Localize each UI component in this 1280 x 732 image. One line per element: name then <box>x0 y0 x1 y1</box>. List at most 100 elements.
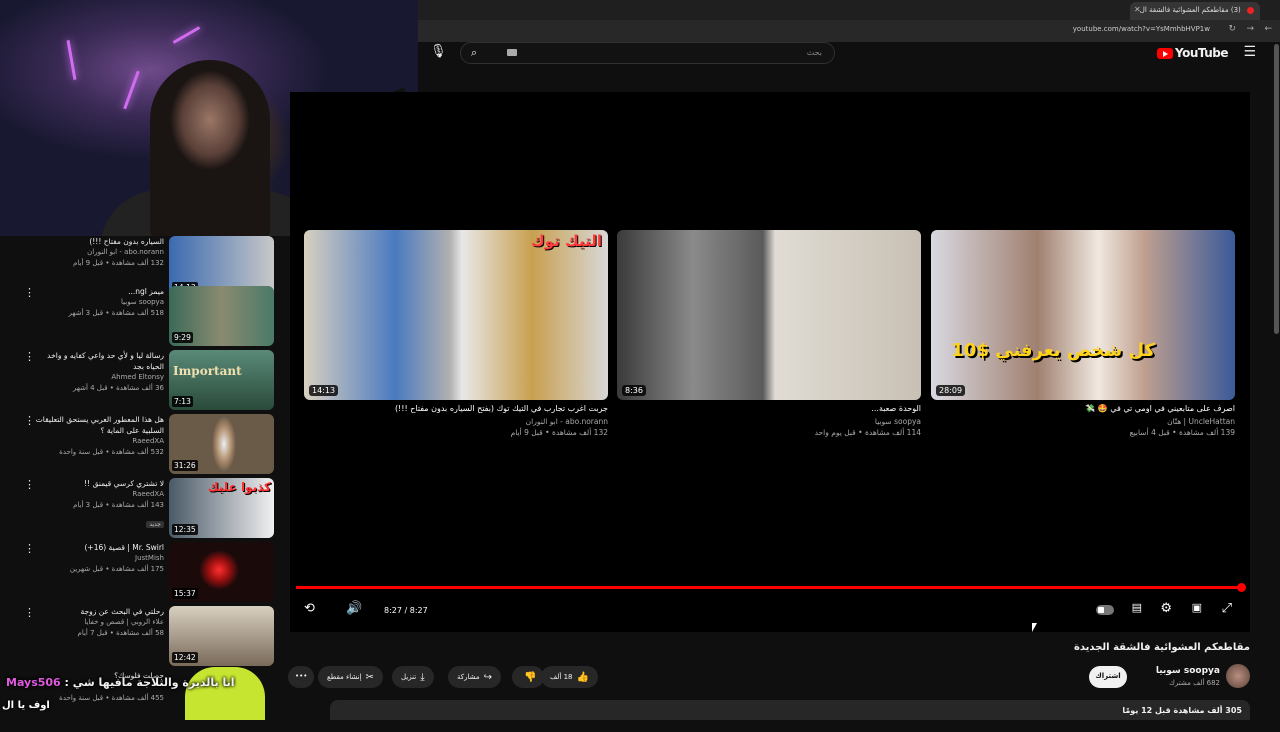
list-item[interactable]: ⋮ 12:42 رحلتي في البحث عن زوجة علاء الروب… <box>0 606 290 668</box>
progress-bar[interactable] <box>296 586 1244 589</box>
neon-light <box>172 26 201 44</box>
list-item[interactable]: ⋮ 15:37 Mr. Swirl | قصية (16+) JustMish 17… <box>0 542 290 604</box>
chat-message: Mays506 : انا بالديرة والثلاجة مافيها شي <box>6 676 235 689</box>
end-card-title[interactable]: الوحدة صعبة... <box>617 404 921 413</box>
end-card-thumbnail[interactable]: 8:36 <box>617 230 921 400</box>
video-thumbnail[interactable]: Important 7:13 <box>169 350 274 410</box>
avatar[interactable] <box>1226 664 1250 688</box>
channel-name[interactable]: soopya سوبيا <box>1156 666 1220 676</box>
end-card[interactable]: كل شخص يعرفني $10 28:09 اصرف على متابعين… <box>931 230 1235 438</box>
video-meta: 143 ألف مشاهدة • قبل 3 أيام <box>73 501 164 509</box>
new-badge: جديد <box>146 521 164 528</box>
video-title[interactable]: Mr. Swirl | قصية (16+) <box>34 542 164 553</box>
video-title[interactable]: السياره بدون مفتاح !!!) <box>34 236 164 247</box>
end-card-channel[interactable]: soopya سوبيا <box>617 416 921 427</box>
neon-light <box>123 70 140 110</box>
mic-icon[interactable]: 🎙 <box>430 44 447 59</box>
search-icon[interactable]: ⌕ <box>471 46 477 60</box>
channel-name[interactable]: RaeedXA <box>34 436 164 447</box>
end-card-title[interactable]: جربت اغرب تجارب في التيك توك (بفتح السيا… <box>304 404 608 413</box>
thumbnail-overlay-text: Important <box>173 364 242 378</box>
end-card-channel[interactable]: abo.norann - ابو النوران <box>304 416 608 427</box>
channel-name[interactable]: RaeedXA <box>34 489 164 500</box>
browser-tabbar: + (3) مقاطعكم العشوائية فالشقة ال ✕ <box>418 0 1280 20</box>
youtube-header: ☰ YouTube ⌕ بحث 🎙 <box>418 42 1280 64</box>
menu-icon[interactable]: ☰ <box>1243 44 1256 60</box>
channel-name[interactable]: علاء الروبي | قصص و خفايا <box>34 617 164 628</box>
channel-name[interactable]: abo.norann - ابو النوران <box>34 247 164 258</box>
video-title[interactable]: رحلتي في البحث عن زوجة <box>34 606 164 617</box>
search-box[interactable]: ⌕ بحث <box>460 42 835 64</box>
end-card-channel[interactable]: UncleHattan | هتّان <box>931 416 1235 427</box>
address-bar[interactable]: ← → ↻ youtube.com/watch?v=YsMmhbHVP1w <box>418 20 1280 42</box>
video-title[interactable]: رسالة ليا و لأي حد واعي كفايه و واخد الح… <box>34 350 164 372</box>
chat-message-2: اوف يا ال <box>2 700 50 711</box>
video-thumbnail[interactable]: 15:37 <box>169 542 274 602</box>
end-card-thumbnail[interactable]: التيك توك 14:13 <box>304 230 608 400</box>
subscribe-button[interactable]: اشتراك <box>1089 666 1127 688</box>
end-card[interactable]: 8:36 الوحدة صعبة... soopya سوبيا 114 ألف … <box>617 230 921 438</box>
volume-icon[interactable]: 🔊 <box>346 601 362 616</box>
subscriber-count: 682 ألف مشترك <box>1169 679 1220 687</box>
browser-tab[interactable]: (3) مقاطعكم العشوائية فالشقة ال ✕ <box>1130 2 1260 20</box>
scrubber-handle[interactable] <box>1237 583 1246 592</box>
list-item[interactable]: ⋮ كذبوا عليك 12:35 لا تشتري كرسي قيمنق !!… <box>0 478 290 540</box>
duration-badge: 8:36 <box>622 385 646 396</box>
download-button[interactable]: ⤓تنزيل <box>392 666 434 688</box>
autoplay-toggle[interactable] <box>1096 605 1114 615</box>
neon-light <box>66 40 77 80</box>
keyboard-icon[interactable] <box>507 49 517 56</box>
duration-badge: 28:09 <box>936 385 966 396</box>
more-icon: ••• <box>295 672 308 680</box>
list-item[interactable]: ⋮ 31:26 هل هذا المعطور العربي يستحق التع… <box>0 414 290 476</box>
list-item[interactable]: ⋮ 9:29 ميمز ngl... soopya سوبيا 518 ألف مش… <box>0 286 290 348</box>
streamer <box>150 60 270 236</box>
video-player[interactable]: كل شخص يعرفني $10 28:09 اصرف على متابعين… <box>290 92 1250 632</box>
video-thumbnail[interactable]: كذبوا عليك 12:35 <box>169 478 274 538</box>
scrollbar[interactable] <box>1274 44 1279 334</box>
end-card[interactable]: التيك توك 14:13 جربت اغرب تجارب في التيك… <box>304 230 608 438</box>
fullscreen-icon[interactable]: ⤢ <box>1222 601 1232 616</box>
video-meta: 36 ألف مشاهدة • قبل 4 أشهر <box>72 384 164 392</box>
skull-emote <box>185 667 265 720</box>
clip-button[interactable]: ✂إنشاء مقطع <box>318 666 383 688</box>
forward-icon[interactable]: → <box>1246 24 1254 34</box>
list-item[interactable]: ⋮ Important 7:13 رسالة ليا و لأي حد واعي … <box>0 350 290 412</box>
video-title[interactable]: لا تشتري كرسي قيمنق !! <box>34 478 164 489</box>
video-thumbnail[interactable]: 31:26 <box>169 414 274 474</box>
channel-name[interactable]: Ahmed Eltonsy <box>34 372 164 383</box>
gear-icon[interactable]: ⚙ <box>1160 601 1172 616</box>
dislike-button[interactable]: 👎 <box>512 666 545 688</box>
channel-name[interactable]: soopya سوبيا <box>34 297 164 308</box>
time-display: 8:27 / 8:27 <box>384 606 428 615</box>
end-card-meta: 132 ألف مشاهدة • قبل 9 أيام <box>510 428 608 437</box>
youtube-logo[interactable]: YouTube <box>1156 46 1229 60</box>
miniplayer-icon[interactable]: ▣ <box>1192 601 1202 614</box>
end-card-thumbnail[interactable]: كل شخص يعرفني $10 28:09 <box>931 230 1235 400</box>
video-title[interactable]: ميمز ngl... <box>34 286 164 297</box>
subtitles-icon[interactable]: ▤ <box>1132 601 1142 614</box>
replay-icon[interactable]: ⟲ <box>304 601 315 616</box>
share-button[interactable]: ↪مشاركة <box>448 666 501 688</box>
video-title[interactable]: هل هذا المعطور العربي يستحق التعليقات ال… <box>34 414 164 436</box>
search-placeholder: بحث <box>806 48 822 57</box>
thumbnail-overlay-text: كذبوا عليك <box>207 480 271 494</box>
description-box[interactable]: 305 ألف مشاهدة قبل 12 يومًا <box>330 700 1250 720</box>
channel-name[interactable]: JustMish <box>34 553 164 564</box>
video-thumbnail[interactable]: 9:29 <box>169 286 274 346</box>
mouse-cursor-icon <box>1032 623 1037 632</box>
end-card-title[interactable]: اصرف على متابعيني في اومي تي في 🤩 💸 <box>931 404 1235 413</box>
tab-title: (3) مقاطعكم العشوائية فالشقة ال <box>1139 6 1241 14</box>
scissors-icon: ✂ <box>365 672 374 683</box>
youtube-play-icon <box>1156 48 1173 59</box>
close-icon[interactable]: ✕ <box>1134 5 1141 14</box>
description-meta: 305 ألف مشاهدة قبل 12 يومًا <box>1122 706 1242 715</box>
video-meta: 455 ألف مشاهدة • قبل سنة واحدة <box>59 694 164 702</box>
like-button[interactable]: 👍18 ألف <box>541 666 598 688</box>
url-text[interactable]: youtube.com/watch?v=YsMmhbHVP1w <box>1073 25 1210 33</box>
thumbnail-overlay-text: التيك توك <box>531 232 602 250</box>
back-icon[interactable]: ← <box>1264 24 1272 34</box>
more-actions-button[interactable]: ••• <box>288 666 315 688</box>
video-thumbnail[interactable]: 12:42 <box>169 606 274 666</box>
reload-icon[interactable]: ↻ <box>1228 24 1236 34</box>
